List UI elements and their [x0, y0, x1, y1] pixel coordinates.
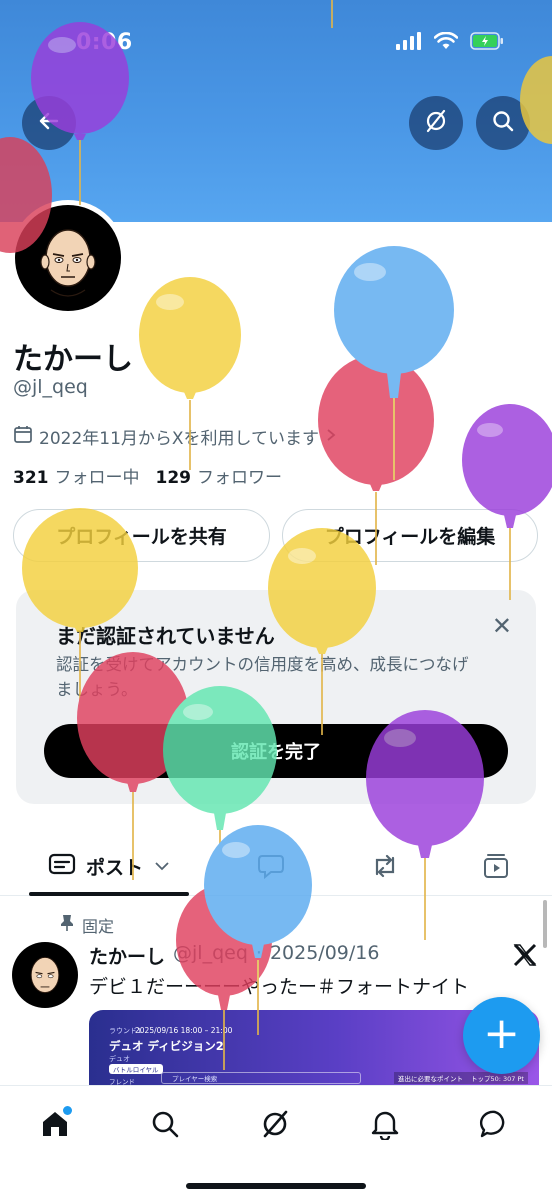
pinned-label: 固定: [60, 913, 114, 937]
post-dot: ·: [255, 942, 262, 964]
tab-posts[interactable]: ポスト: [48, 852, 171, 880]
post-author-handle[interactable]: @jl_qeq: [173, 942, 248, 969]
balloon-icon: [334, 246, 454, 480]
bell-icon: [370, 1108, 400, 1144]
profile-handle: @jl_qeq: [13, 376, 88, 398]
profile-name: たかーし: [13, 342, 133, 377]
edit-profile-button[interactable]: プロフィールを編集: [282, 509, 538, 562]
grok-button[interactable]: [409, 96, 463, 150]
signal-icon: [396, 32, 422, 54]
bald-face-icon: [30, 956, 60, 994]
back-button[interactable]: [22, 96, 76, 150]
tab-reposts[interactable]: [369, 852, 401, 884]
tab-posts-label: ポスト: [86, 856, 144, 879]
complete-verification-button[interactable]: 認証を完了: [44, 724, 508, 778]
tab-replies[interactable]: [256, 852, 286, 884]
post-header: たかーし @jl_qeq · 2025/09/16: [89, 942, 379, 969]
post-avatar[interactable]: [12, 942, 78, 1008]
tab-media[interactable]: [482, 852, 510, 884]
share-profile-button[interactable]: プロフィールを共有: [13, 509, 270, 562]
status-time: 0:06: [76, 30, 133, 55]
calendar-icon: [13, 424, 33, 449]
bald-face-icon: [40, 229, 96, 297]
post-author-name[interactable]: たかーし: [89, 942, 165, 969]
pinned-text: 固定: [82, 917, 115, 936]
balloon-icon: [462, 404, 552, 600]
pin-icon: [60, 914, 74, 936]
verify-card: まだ認証されていません ✕ 認証を受けてアカウントの信用度を高め、成長につなげま…: [16, 590, 536, 804]
video-icon: [482, 854, 510, 884]
nav-messages[interactable]: [473, 1104, 517, 1148]
nav-notifications[interactable]: [363, 1104, 407, 1148]
search-icon: [150, 1109, 180, 1143]
nav-home[interactable]: [33, 1104, 77, 1148]
wifi-icon: [433, 31, 459, 54]
post-date[interactable]: 2025/09/16: [270, 942, 380, 969]
chevron-right-icon: [325, 427, 337, 447]
media-time: 2025/09/16 18:00 – 21:00: [135, 1026, 233, 1035]
joined-text: 2022年11月からXを利用しています: [39, 429, 320, 449]
nav-grok[interactable]: [253, 1104, 297, 1148]
media-tag: バトルロイヤル: [109, 1064, 163, 1074]
search-icon: [491, 109, 515, 137]
media-sub: デュオ: [109, 1055, 130, 1063]
chevron-down-icon[interactable]: [153, 857, 171, 876]
verify-title: まだ認証されていません: [56, 624, 275, 648]
x-logo-icon[interactable]: [512, 942, 538, 972]
post-text: デビ１だーーーーやったー＃フォートナイト: [89, 976, 470, 998]
following-link[interactable]: 321 フォロー中: [13, 463, 140, 488]
followers-count: 129: [155, 468, 192, 488]
profile-tabs: ポスト: [0, 838, 552, 896]
grok-icon: [423, 108, 449, 138]
verify-description: 認証を受けてアカウントの信用度を高め、成長につなげましょう。: [56, 655, 469, 699]
close-icon[interactable]: ✕: [492, 612, 512, 640]
search-button[interactable]: [476, 96, 530, 150]
post-card-icon: [48, 852, 76, 880]
notification-dot: [63, 1106, 72, 1115]
reply-icon: [256, 855, 286, 884]
active-tab-indicator: [29, 892, 189, 896]
media-required-points: 進出に必要なポイント: [394, 1072, 467, 1084]
compose-button[interactable]: +: [463, 997, 540, 1074]
plus-icon: +: [483, 1007, 520, 1059]
media-title: デュオ ディビジョン2: [109, 1039, 224, 1053]
battery-icon: [470, 32, 504, 54]
repost-icon: [369, 854, 401, 884]
avatar: [15, 205, 121, 311]
home-indicator: [186, 1183, 366, 1189]
message-icon: [479, 1108, 511, 1144]
arrow-left-icon: [37, 109, 61, 137]
joined-date[interactable]: 2022年11月からXを利用しています: [13, 424, 337, 449]
following-label: フォロー中: [54, 468, 140, 488]
followers-label: フォロワー: [197, 468, 282, 488]
media-search: プレイヤー検索: [161, 1072, 361, 1084]
follow-stats: 321 フォロー中 129 フォロワー: [13, 463, 282, 488]
status-icons: [396, 31, 504, 54]
profile-avatar[interactable]: [10, 200, 126, 316]
nav-search[interactable]: [143, 1104, 187, 1148]
grok-icon: [259, 1108, 291, 1144]
followers-link[interactable]: 129 フォロワー: [156, 463, 283, 488]
following-count: 321: [13, 468, 49, 488]
